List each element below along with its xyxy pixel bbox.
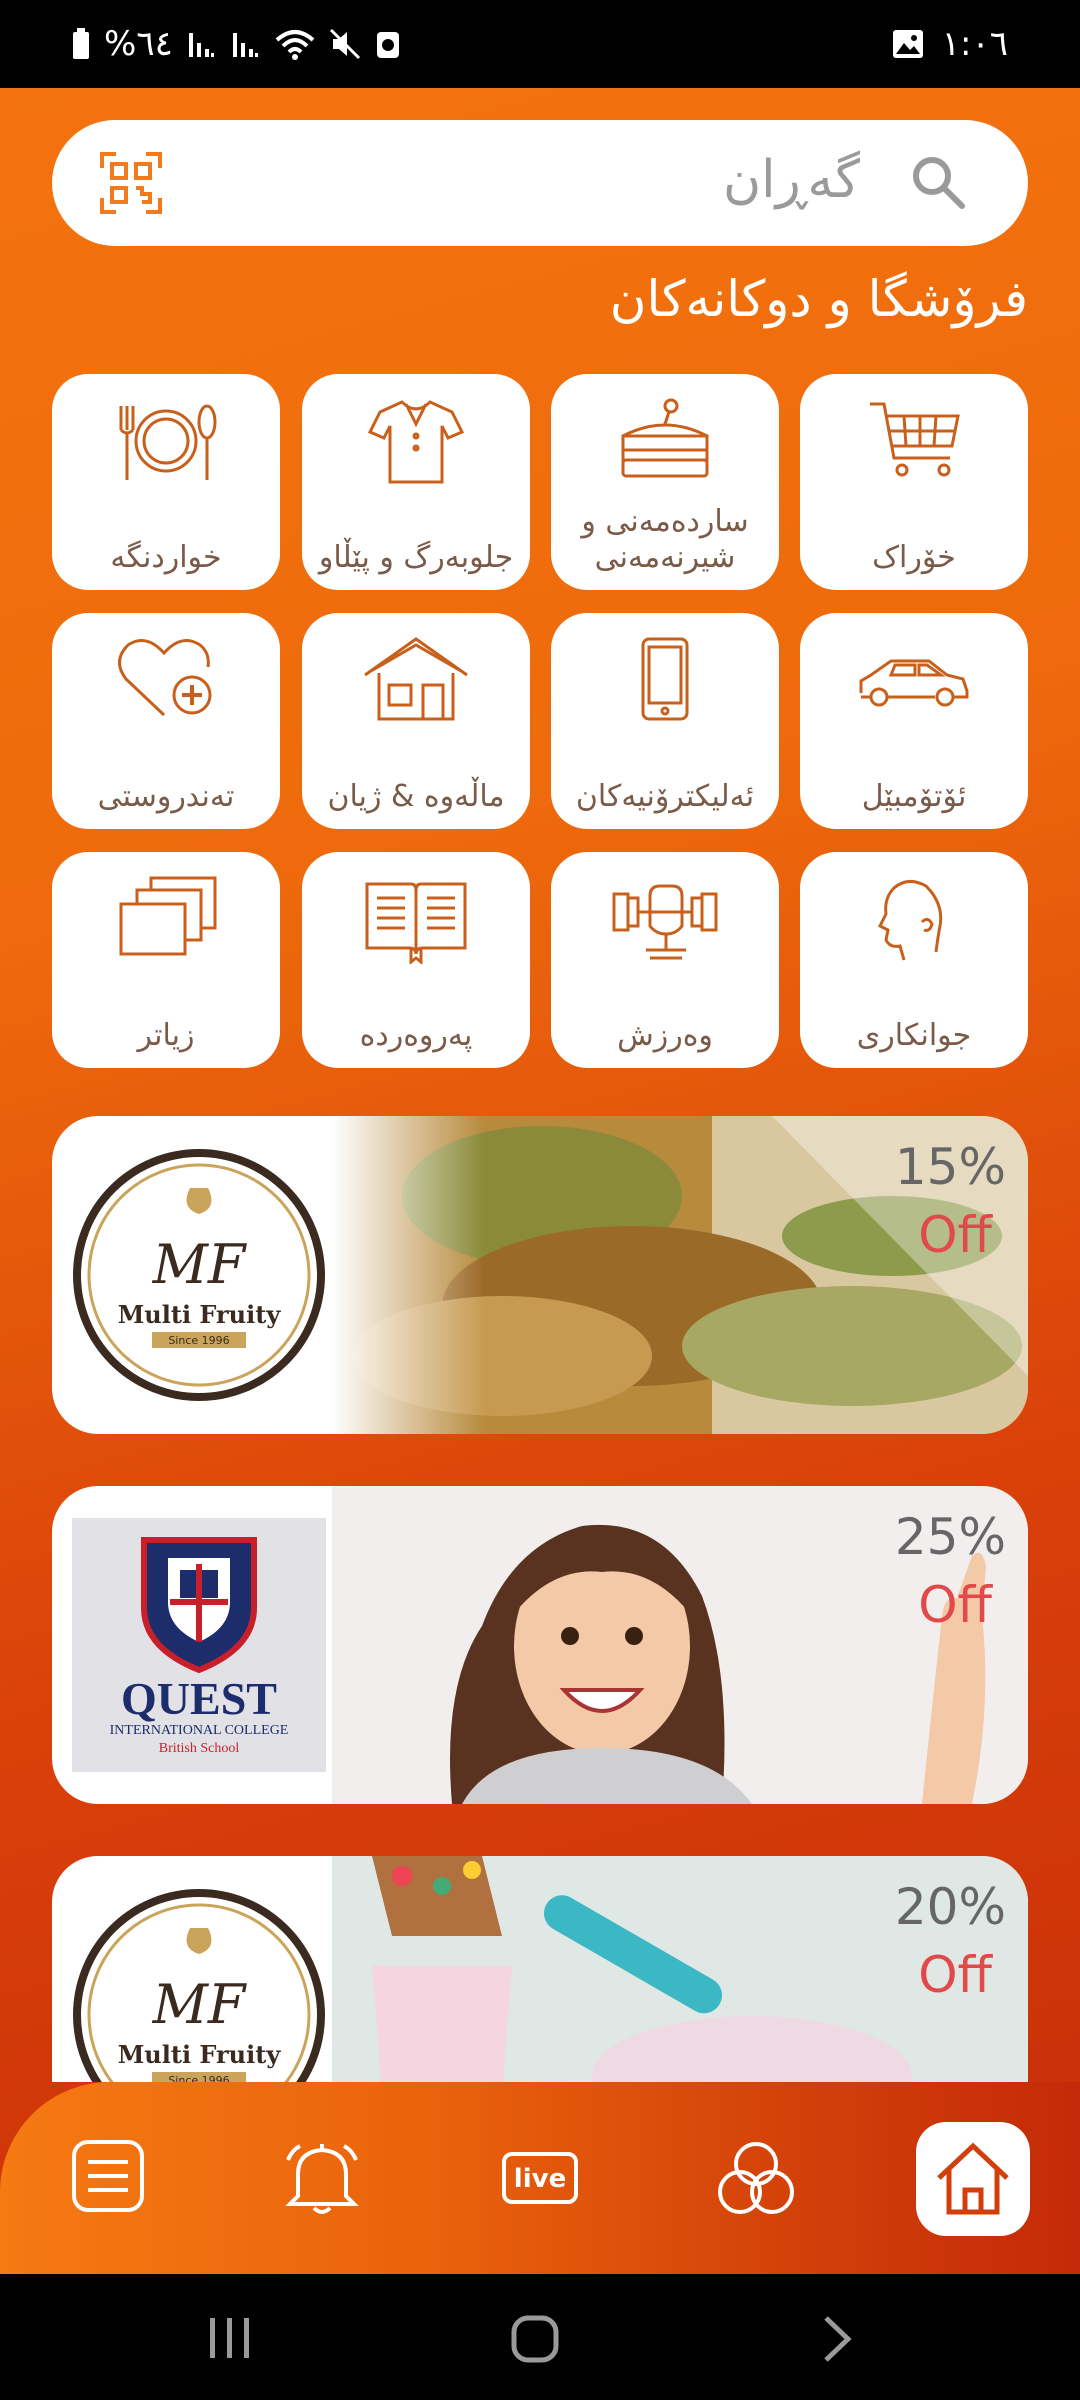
mute-icon — [329, 28, 360, 60]
category-label: ساردەمەنی و شیرنەمەنی — [581, 504, 749, 575]
menu-icon[interactable] — [70, 2138, 146, 2214]
house-icon — [364, 637, 468, 721]
phone-icon — [641, 637, 689, 721]
clock: ١:٠٦ — [941, 24, 1008, 64]
multi-fruity-logo: MF Multi Fruity Since 1996 — [72, 1888, 326, 2082]
discount-off: Off — [918, 1576, 992, 1634]
battery-percent: %٦٤ — [104, 24, 173, 64]
live-button[interactable]: live — [502, 2152, 578, 2208]
category-sports[interactable]: وەرزش — [551, 852, 779, 1068]
section-title: فرۆشگا و دوکانەکان — [609, 270, 1028, 328]
category-home[interactable]: ماڵەوە & ژیان — [302, 613, 530, 829]
back-icon[interactable] — [820, 2314, 854, 2364]
logo-sub2: British School — [159, 1741, 240, 1756]
logo-since: Since 1996 — [168, 2074, 229, 2082]
svg-text:MF: MF — [152, 1233, 248, 1296]
quest-logo: QUEST INTERNATIONAL COLLEGE British Scho… — [72, 1518, 326, 1772]
recent-apps-icon[interactable] — [206, 2314, 254, 2362]
category-education[interactable]: پەروەردە — [302, 852, 530, 1068]
logo-sub: INTERNATIONAL COLLEGE — [110, 1723, 289, 1738]
qr-scan-icon[interactable] — [100, 152, 162, 214]
category-label: تەندروستی — [97, 779, 235, 814]
saver-icon — [376, 32, 399, 58]
home-nav-icon[interactable] — [510, 2314, 560, 2364]
shirt-icon — [367, 400, 465, 484]
multi-fruity-logo: MF Multi Fruity Since 1996 — [72, 1148, 326, 1402]
system-nav-bar — [0, 2274, 1080, 2400]
logo-since: Since 1996 — [168, 1334, 229, 1347]
plate-icon — [119, 404, 217, 480]
heart-plus-icon — [118, 639, 212, 717]
category-label: جوانکاری — [856, 1018, 972, 1053]
cart-icon — [870, 402, 960, 477]
logo-name: QUEST — [121, 1673, 277, 1724]
discount-off: Off — [918, 1946, 992, 2004]
book-icon — [365, 882, 467, 964]
discount-percent: 20% — [894, 1878, 1006, 1936]
promo-card[interactable]: MF Multi Fruity Since 1996 15% Off — [52, 1116, 1028, 1434]
category-clothing[interactable]: جلوبەرگ و پێڵاو — [302, 374, 530, 590]
status-bar: %٦٤ ١:٠٦ — [0, 0, 1080, 88]
category-label: وەرزش — [617, 1018, 713, 1053]
promo-card[interactable]: MF Multi Fruity Since 1996 20% Off — [52, 1856, 1028, 2082]
gallery-icon — [892, 30, 923, 58]
home-icon — [937, 2142, 1009, 2215]
search-bar[interactable]: گەڕان — [52, 120, 1028, 246]
logo-name: Multi Fruity — [118, 1300, 282, 1329]
cake-icon — [621, 398, 709, 478]
category-health[interactable]: تەندروستی — [52, 613, 280, 829]
wifi-icon — [275, 30, 315, 60]
multi-fruity-logo-graphic: MF Multi Fruity Since 1996 — [73, 1149, 325, 1401]
category-food[interactable]: خۆراک — [800, 374, 1028, 590]
circles-icon[interactable] — [716, 2138, 796, 2218]
multi-fruity-logo-graphic: MF Multi Fruity Since 1996 — [73, 1889, 325, 2082]
category-restaurant[interactable]: خواردنگە — [52, 374, 280, 590]
category-label: ئەلیکترۆنیەکان — [575, 779, 755, 814]
logo-name: Multi Fruity — [118, 2040, 282, 2069]
category-label: خۆراک — [872, 540, 956, 575]
category-label: زیاتر — [137, 1018, 195, 1053]
category-sweets[interactable]: ساردەمەنی و شیرنەمەنی — [551, 374, 779, 590]
category-label: ماڵەوە & ژیان — [327, 779, 505, 814]
discount-off: Off — [918, 1206, 992, 1264]
search-input[interactable]: گەڕان — [723, 150, 860, 210]
svg-text:MF: MF — [152, 1973, 248, 2036]
bell-icon[interactable] — [284, 2138, 360, 2216]
battery-icon — [73, 28, 89, 59]
bottom-nav: live — [0, 2082, 1080, 2274]
live-label: live — [514, 2164, 566, 2194]
category-beauty[interactable]: جوانکاری — [800, 852, 1028, 1068]
category-label: جلوبەرگ و پێڵاو — [318, 540, 514, 575]
signal-icon-2 — [232, 33, 258, 57]
category-more[interactable]: زیاتر — [52, 852, 280, 1068]
discount-percent: 15% — [894, 1138, 1006, 1196]
layers-icon — [119, 876, 217, 956]
dumbbell-icon — [612, 884, 718, 960]
car-icon — [859, 659, 969, 707]
discount-percent: 25% — [894, 1508, 1006, 1566]
search-icon[interactable] — [910, 154, 966, 210]
signal-icon — [188, 33, 214, 57]
promo-card[interactable]: QUEST INTERNATIONAL COLLEGE British Scho… — [52, 1486, 1028, 1804]
category-cars[interactable]: ئۆتۆمبێل — [800, 613, 1028, 829]
category-label: خواردنگە — [110, 540, 222, 575]
live-icon: live — [502, 2152, 578, 2204]
face-icon — [877, 880, 943, 961]
home-button[interactable] — [916, 2122, 1030, 2236]
category-label: ئۆتۆمبێل — [861, 779, 967, 814]
category-electronics[interactable]: ئەلیکترۆنیەکان — [551, 613, 779, 829]
quest-logo-graphic: QUEST INTERNATIONAL COLLEGE British Scho… — [72, 1518, 326, 1772]
category-label: پەروەردە — [359, 1018, 473, 1053]
